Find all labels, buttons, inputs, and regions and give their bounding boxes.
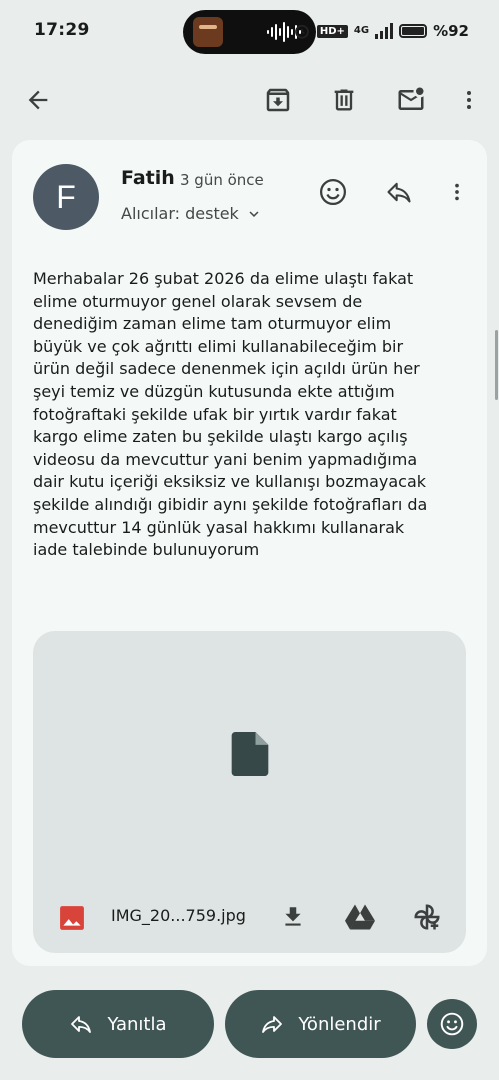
emoji-reaction-button[interactable] [427,999,477,1049]
emoji-icon [320,179,346,205]
image-icon [60,906,84,930]
top-toolbar [0,70,499,130]
more-vert-icon [467,91,471,109]
photos-add-icon [414,904,440,930]
recipients-toggle[interactable]: Alıcılar: destek [121,204,263,223]
sent-time: 3 gün önce [180,171,264,189]
battery-percent: %92 [433,22,469,40]
message-body: Merhabalar 26 şubat 2026 da elime ulaştı… [33,269,428,560]
reply-icon-button[interactable] [379,172,419,212]
chevron-down-icon [249,210,259,217]
status-time: 17:29 [34,20,90,40]
more-options-button[interactable] [447,78,491,122]
save-to-drive-button[interactable] [340,897,380,937]
status-bar: 17:29 HD+ 4G %92 [0,0,499,64]
trash-icon [334,89,354,111]
reply-icon [71,1016,92,1033]
forward-button[interactable]: Yönlendir [225,990,416,1058]
add-to-photos-button[interactable] [407,897,447,937]
drive-icon [345,904,375,930]
archive-icon [266,88,290,112]
bottom-action-bar: Yanıtla Yönlendir [0,986,499,1062]
delete-button[interactable] [322,78,366,122]
emoji-icon [440,1012,464,1036]
hd-badge: HD+ [316,24,348,38]
download-button[interactable] [273,897,313,937]
attachment-filename: IMG_20...759.jpg [111,906,246,925]
scrollbar[interactable] [495,330,498,400]
reply-button[interactable]: Yanıtla [22,990,214,1058]
status-icons: HD+ 4G %92 [293,20,469,42]
message-card: F Fatih 3 gün önce Alıcılar: destek Merh… [12,140,487,966]
battery-icon [399,24,428,38]
network-label: 4G [353,25,370,36]
attachment-card[interactable]: IMG_20...759.jpg [33,631,466,953]
album-art-icon [193,17,223,47]
message-more-button[interactable] [437,172,477,212]
attachment-footer: IMG_20...759.jpg [33,883,466,953]
mark-unread-button[interactable] [389,78,433,122]
signal-icon [375,23,394,39]
emoji-react-button[interactable] [313,172,353,212]
mark-unread-icon [398,87,424,110]
back-button[interactable] [16,78,60,122]
download-icon [285,907,301,926]
sender-name: Fatih [121,167,175,189]
alarm-icon [294,24,309,39]
reply-icon [387,182,411,203]
reply-label: Yanıtla [107,1013,167,1035]
arrow-back-icon [28,90,48,110]
avatar[interactable]: F [33,164,99,230]
archive-button[interactable] [256,78,300,122]
forward-label: Yönlendir [298,1013,381,1035]
forward-icon [262,1016,283,1033]
more-vert-icon [455,183,459,201]
file-icon [231,732,269,776]
recipients-label: Alıcılar: destek [121,204,239,223]
